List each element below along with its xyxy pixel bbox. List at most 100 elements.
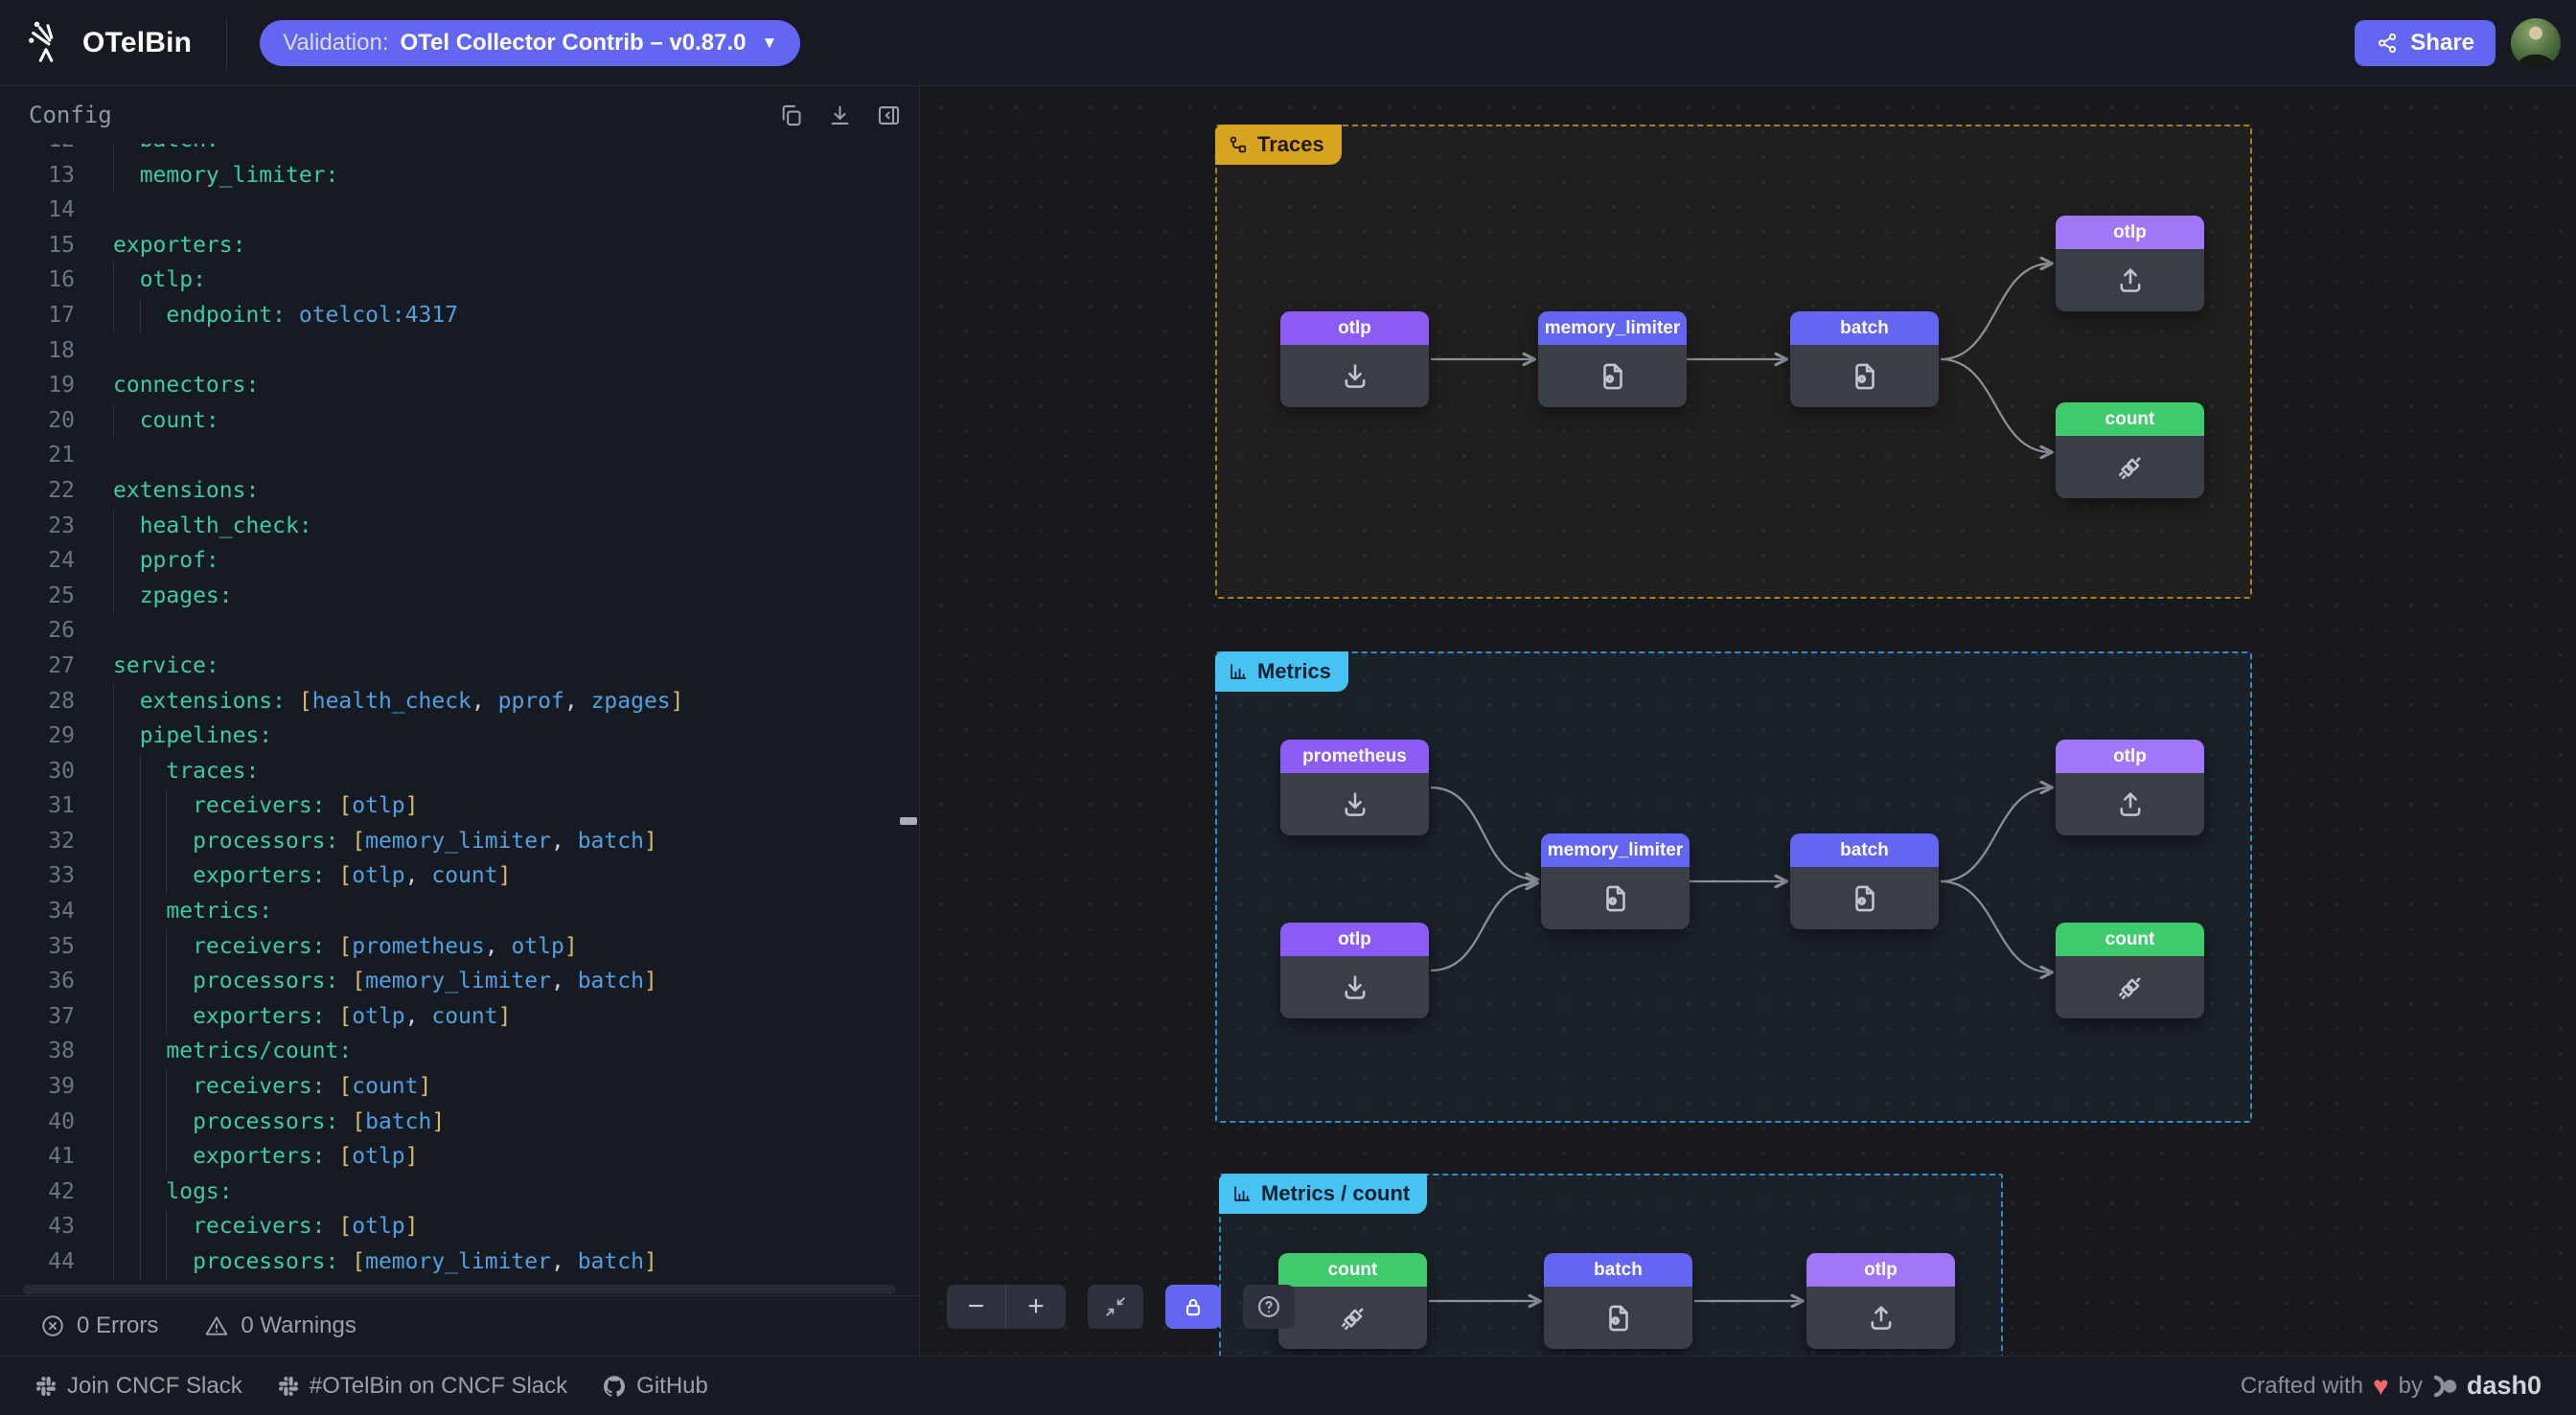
line-number: 12 — [0, 144, 75, 158]
code-line[interactable]: 30traces: — [0, 754, 919, 789]
code-line[interactable]: 26 — [0, 613, 919, 649]
node-batch[interactable]: batch — [1790, 311, 1939, 407]
line-number: 20 — [0, 403, 75, 439]
code-line[interactable]: 28extensions: [health_check, pprof, zpag… — [0, 684, 919, 719]
line-number: 21 — [0, 438, 75, 473]
code-line[interactable]: 20count: — [0, 403, 919, 439]
code-line[interactable]: 22extensions: — [0, 473, 919, 509]
code-line[interactable]: 42logs: — [0, 1175, 919, 1210]
line-number: 23 — [0, 509, 75, 544]
section-label: Metrics / count — [1219, 1174, 1427, 1214]
code-line[interactable]: 34metrics: — [0, 894, 919, 929]
top-bar: OTelBin Validation: OTel Collector Contr… — [0, 0, 2576, 86]
code-line[interactable]: 17endpoint: otelcol:4317 — [0, 298, 919, 333]
node-batch[interactable]: batch — [1544, 1253, 1692, 1349]
lock-button[interactable] — [1165, 1285, 1221, 1329]
receiver-icon — [1339, 360, 1371, 393]
code-line[interactable]: 38metrics/count: — [0, 1034, 919, 1069]
avatar[interactable] — [2511, 18, 2561, 68]
code-line[interactable]: 25zpages: — [0, 579, 919, 614]
code-line[interactable]: 35receivers: [prometheus, otlp] — [0, 929, 919, 965]
code-line[interactable]: 37exporters: [otlp, count] — [0, 999, 919, 1035]
pipeline-canvas[interactable]: − + Tracesotlpmemory_limiterbatchotlpcou… — [920, 86, 2576, 1356]
code-line[interactable]: 43receivers: [otlp] — [0, 1209, 919, 1244]
node-title: otlp — [1280, 311, 1429, 345]
node-otlp[interactable]: otlp — [2056, 216, 2204, 311]
code-line[interactable]: 12batch: — [0, 144, 919, 158]
fit-view-button[interactable] — [1088, 1285, 1143, 1329]
help-button[interactable] — [1243, 1285, 1295, 1329]
processor-icon — [1602, 1302, 1635, 1335]
warnings-status: 0 Warnings — [204, 1312, 356, 1339]
share-button[interactable]: Share — [2355, 20, 2496, 66]
collapse-panel-icon[interactable] — [876, 103, 902, 128]
line-number: 22 — [0, 473, 75, 509]
node-body — [1790, 867, 1939, 929]
line-number: 30 — [0, 754, 75, 789]
line-number: 39 — [0, 1069, 75, 1105]
node-memory_limiter[interactable]: memory_limiter — [1538, 311, 1687, 407]
code-line[interactable]: 13memory_limiter: — [0, 158, 919, 194]
node-otlp[interactable]: otlp — [1280, 923, 1429, 1018]
code-line[interactable]: 16otlp: — [0, 262, 919, 298]
code-line[interactable]: 44processors: [memory_limiter, batch] — [0, 1244, 919, 1280]
footer-link[interactable]: Join CNCF Slack — [36, 1373, 242, 1400]
code-line[interactable]: 19connectors: — [0, 368, 919, 403]
share-icon — [2376, 32, 2399, 55]
zoom-in-button[interactable]: + — [1006, 1285, 1066, 1329]
canvas-toolbar: − + — [947, 1285, 1295, 1329]
code-line[interactable]: 29pipelines: — [0, 719, 919, 754]
scrollbar-thumb[interactable] — [900, 817, 917, 825]
code-line[interactable]: 15exporters: — [0, 228, 919, 263]
connector-icon — [2114, 971, 2147, 1004]
validation-dropdown[interactable]: Validation: OTel Collector Contrib – v0.… — [260, 20, 800, 66]
code-line[interactable]: 36processors: [memory_limiter, batch] — [0, 964, 919, 999]
code-line[interactable]: 32processors: [memory_limiter, batch] — [0, 824, 919, 859]
node-title: count — [1278, 1253, 1427, 1287]
node-body — [1544, 1287, 1692, 1349]
credit-prefix: Crafted with — [2241, 1373, 2363, 1400]
line-number: 38 — [0, 1034, 75, 1069]
footer-link[interactable]: GitHub — [604, 1373, 708, 1400]
line-number: 24 — [0, 543, 75, 579]
line-number: 41 — [0, 1139, 75, 1175]
node-title: prometheus — [1280, 740, 1429, 773]
node-batch[interactable]: batch — [1790, 833, 1939, 929]
editor-tabbar: Config — [0, 86, 919, 144]
code-editor[interactable]: 12batch:13memory_limiter:1415exporters:1… — [0, 144, 919, 1295]
download-icon[interactable] — [827, 103, 853, 128]
line-number: 25 — [0, 579, 75, 614]
code-line[interactable]: 41exporters: [otlp] — [0, 1139, 919, 1175]
code-line[interactable]: 21 — [0, 438, 919, 473]
slack-icon — [279, 1377, 298, 1396]
zoom-out-button[interactable]: − — [947, 1285, 1006, 1329]
node-body — [2056, 956, 2204, 1018]
node-count[interactable]: count — [2056, 402, 2204, 498]
code-line[interactable]: 18 — [0, 333, 919, 369]
node-title: batch — [1790, 311, 1939, 345]
copy-icon[interactable] — [778, 103, 804, 128]
code-line[interactable]: 27service: — [0, 649, 919, 684]
code-line[interactable]: 14 — [0, 193, 919, 228]
node-otlp[interactable]: otlp — [1280, 311, 1429, 407]
node-title: memory_limiter — [1538, 311, 1687, 345]
node-count[interactable]: count — [2056, 923, 2204, 1018]
node-count[interactable]: count — [1278, 1253, 1427, 1349]
node-memory_limiter[interactable]: memory_limiter — [1541, 833, 1690, 929]
line-number: 36 — [0, 964, 75, 999]
node-otlp[interactable]: otlp — [1806, 1253, 1955, 1349]
main-split: Config 12batch:13memory_limiter:1415expo… — [0, 86, 2576, 1356]
footer-link[interactable]: #OTelBin on CNCF Slack — [279, 1373, 567, 1400]
code-line[interactable]: 23health_check: — [0, 509, 919, 544]
horizontal-scrollbar[interactable] — [23, 1285, 896, 1294]
node-otlp[interactable]: otlp — [2056, 740, 2204, 835]
line-number: 32 — [0, 824, 75, 859]
code-line[interactable]: 24pprof: — [0, 543, 919, 579]
line-number: 19 — [0, 368, 75, 403]
code-line[interactable]: 39receivers: [count] — [0, 1069, 919, 1105]
code-line[interactable]: 33exporters: [otlp, count] — [0, 858, 919, 894]
node-prometheus[interactable]: prometheus — [1280, 740, 1429, 835]
code-line[interactable]: 31receivers: [otlp] — [0, 788, 919, 824]
exporter-icon — [2114, 788, 2147, 821]
code-line[interactable]: 40processors: [batch] — [0, 1105, 919, 1140]
